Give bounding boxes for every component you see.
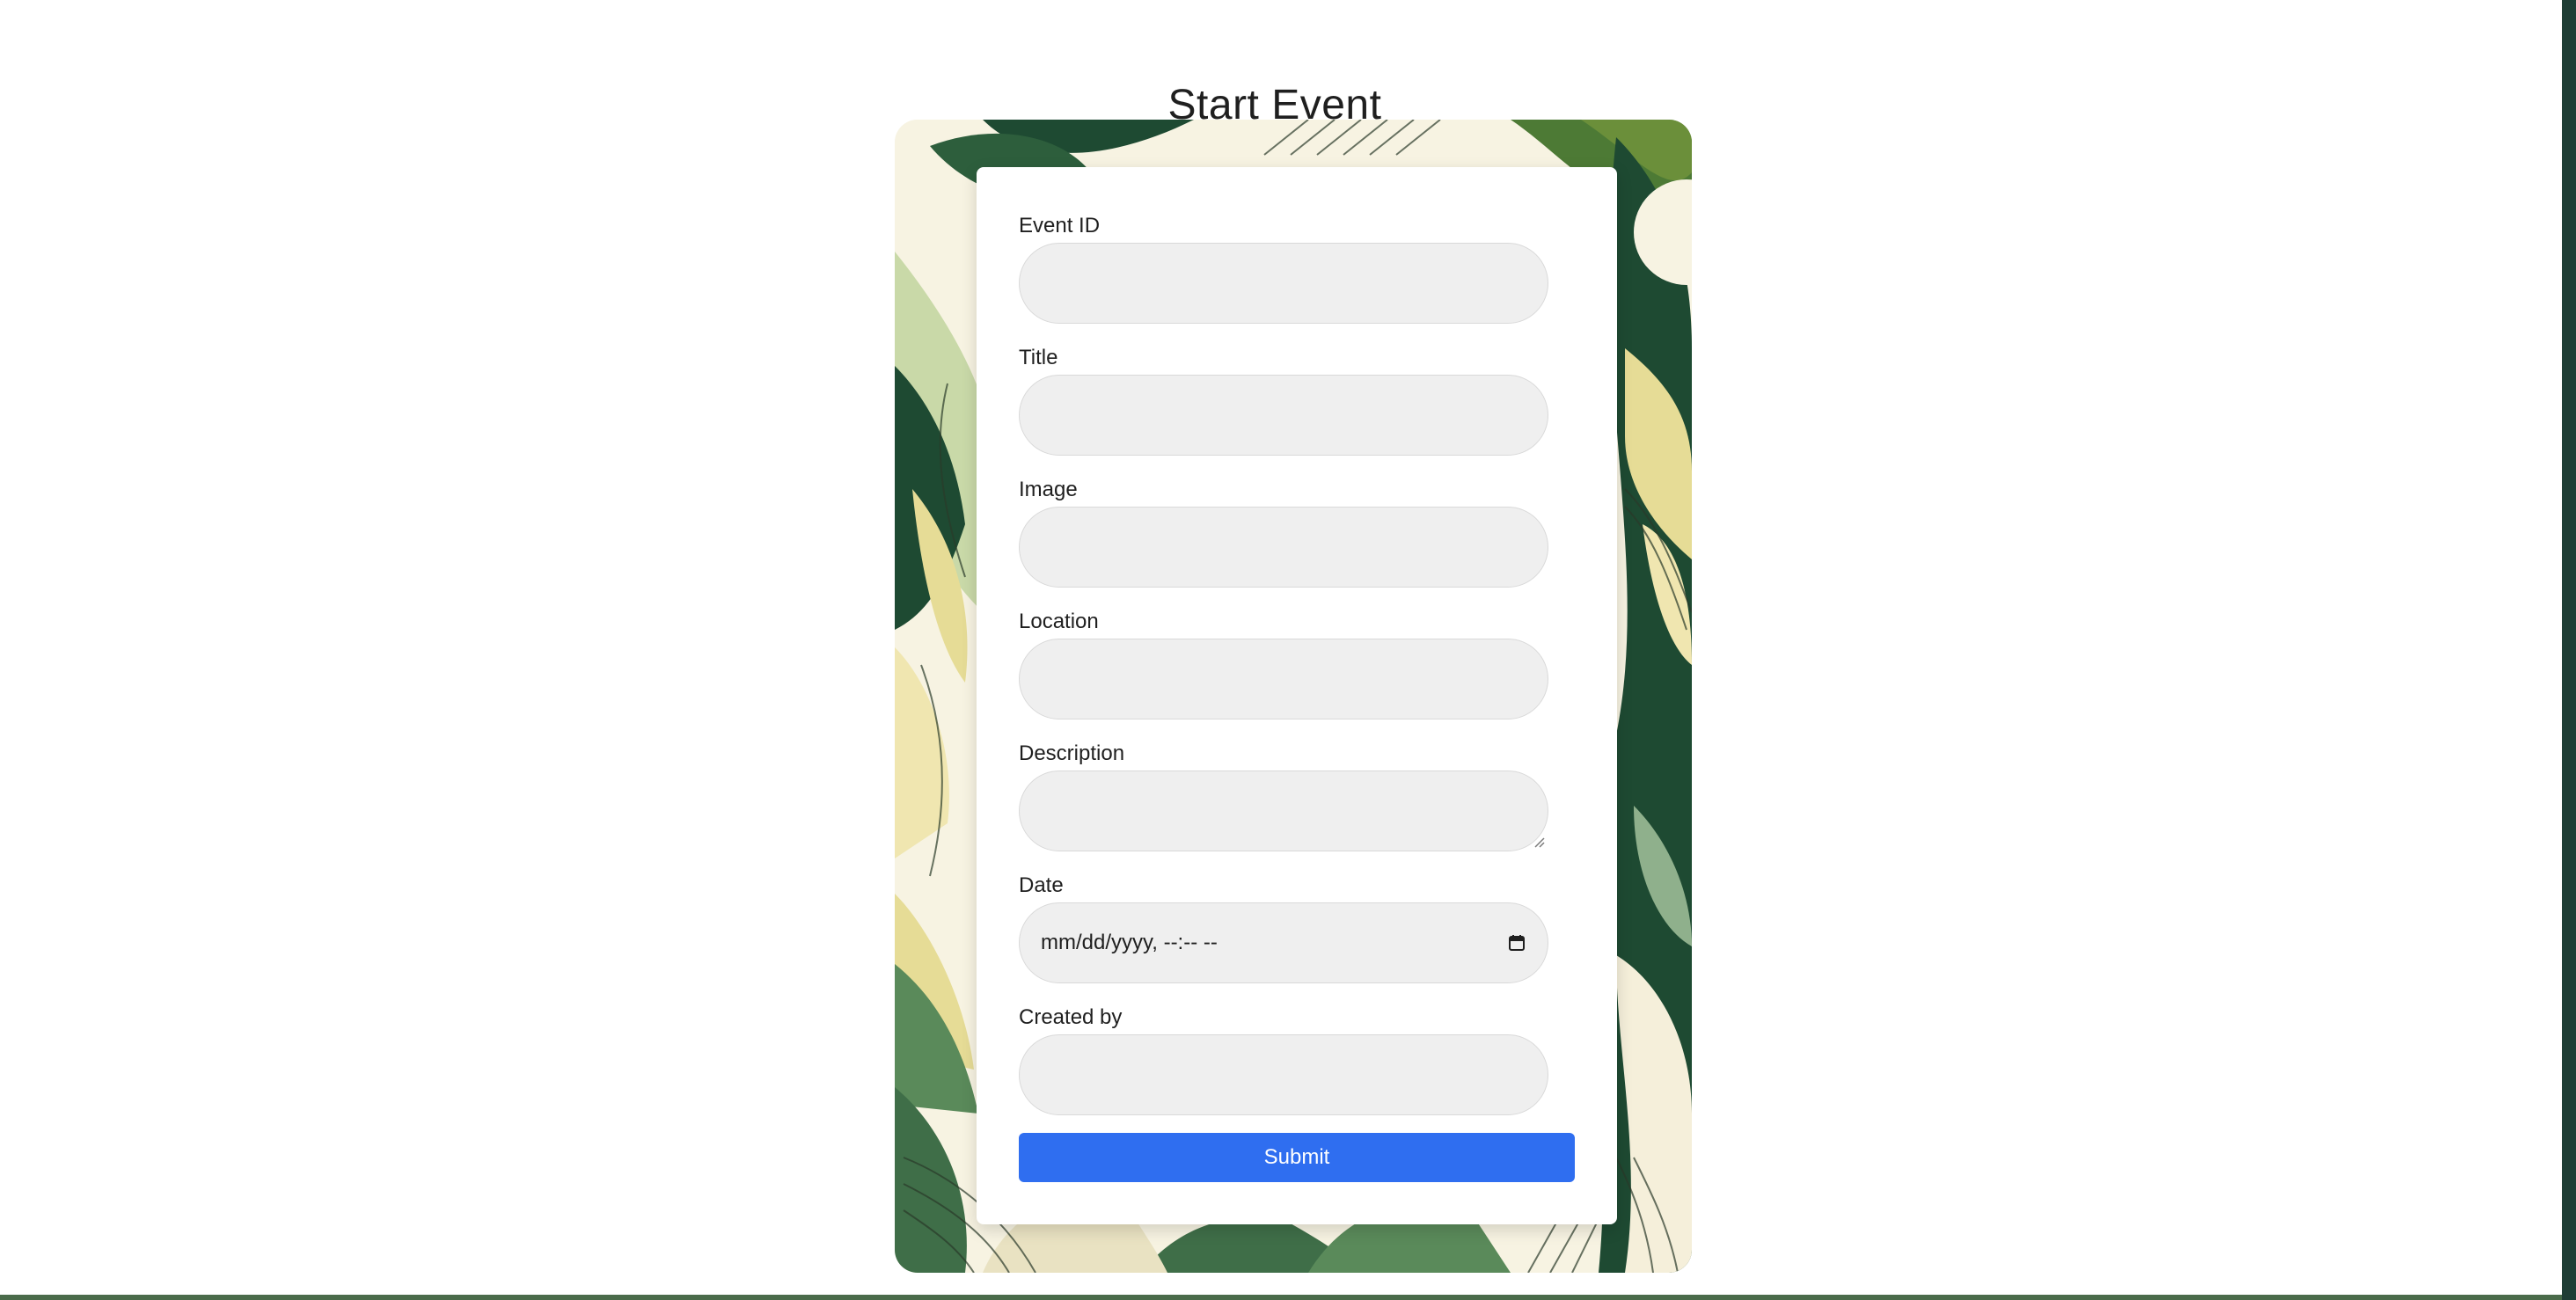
- created-by-label: Created by: [1019, 1005, 1123, 1029]
- created-by-field: Created by: [1019, 1004, 1548, 1115]
- calendar-icon[interactable]: [1507, 933, 1526, 953]
- location-label: Location: [1019, 610, 1099, 633]
- event-id-field: Event ID: [1019, 213, 1548, 324]
- description-label: Description: [1019, 741, 1125, 765]
- bottom-bar: [0, 1295, 2562, 1300]
- submit-button[interactable]: Submit: [1019, 1133, 1575, 1182]
- location-input[interactable]: [1019, 639, 1548, 719]
- image-label: Image: [1019, 478, 1078, 501]
- date-label: Date: [1019, 873, 1064, 897]
- event-id-input[interactable]: [1019, 243, 1548, 324]
- title-label: Title: [1019, 346, 1058, 369]
- event-id-label: Event ID: [1019, 214, 1101, 237]
- date-input[interactable]: mm/dd/yyyy, --:-- --: [1019, 902, 1548, 983]
- image-input[interactable]: [1019, 507, 1548, 588]
- description-field: Description: [1019, 741, 1548, 851]
- start-event-form: Event ID Title Image Location Descriptio…: [977, 167, 1617, 1224]
- title-input[interactable]: [1019, 375, 1548, 456]
- resize-grip-icon[interactable]: [1533, 836, 1545, 848]
- description-textarea[interactable]: [1019, 771, 1548, 851]
- image-field: Image: [1019, 477, 1548, 588]
- window-edge: [2562, 0, 2576, 1300]
- location-field: Location: [1019, 609, 1548, 719]
- title-field: Title: [1019, 345, 1548, 456]
- created-by-input[interactable]: [1019, 1034, 1548, 1115]
- date-field: Date mm/dd/yyyy, --:-- --: [1019, 873, 1548, 983]
- date-placeholder: mm/dd/yyyy, --:-- --: [1041, 931, 1218, 954]
